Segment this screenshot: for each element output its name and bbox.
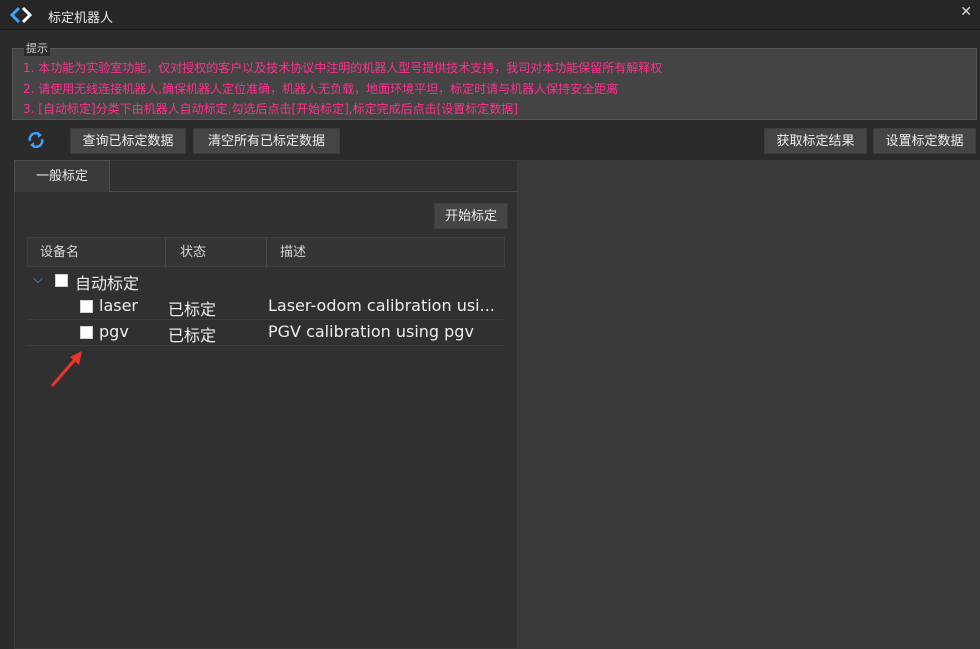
chevron-down-icon[interactable]: ⌵ — [33, 272, 43, 287]
table-header: 设备名 状态 描述 — [27, 237, 505, 268]
device-name: laser — [99, 296, 139, 315]
row-checkbox[interactable] — [80, 326, 93, 339]
device-description: Laser-odom calibration usi... — [268, 296, 495, 315]
notice-line-2: 2. 请使用无线连接机器人,确保机器人定位准确，机器人无负载，地面环境平坦，标定… — [23, 82, 619, 96]
notice-line-1: 1. 本功能为实验室功能，仅对授权的客户以及技术协议中注明的机器人型号提供技术支… — [23, 61, 663, 75]
refresh-icon[interactable] — [26, 131, 46, 149]
notice-box: 1. 本功能为实验室功能，仅对授权的客户以及技术协议中注明的机器人型号提供技术支… — [12, 48, 977, 120]
group-label: 自动标定 — [75, 274, 140, 293]
group-checkbox[interactable] — [55, 274, 68, 287]
fetch-calibration-result-button[interactable]: 获取标定结果 — [764, 128, 867, 154]
column-divider — [266, 238, 267, 268]
clear-calibrated-data-button[interactable]: 清空所有已标定数据 — [193, 128, 340, 154]
device-status: 已标定 — [168, 300, 217, 319]
tree-group-auto-calibration[interactable]: ⌵ 自动标定 — [27, 268, 505, 294]
column-header-status[interactable]: 状态 — [180, 238, 206, 268]
column-header-description[interactable]: 描述 — [280, 238, 306, 268]
tab-general-calibration[interactable]: 一般标定 — [14, 160, 110, 192]
tab-strip-divider — [110, 191, 518, 192]
window-title: 标定机器人 — [48, 11, 114, 26]
title-bar: 标定机器人 ✕ — [0, 0, 980, 30]
notice-line-3: 3. [自动标定]分类下由机器人自动标定,勾选后点击[开始标定],标定完成后点击… — [23, 102, 518, 116]
start-calibration-button[interactable]: 开始标定 — [434, 203, 508, 229]
device-description: PGV calibration using pgv — [268, 322, 474, 341]
set-calibration-data-button[interactable]: 设置标定数据 — [873, 128, 976, 154]
close-icon[interactable]: ✕ — [960, 4, 972, 20]
calibration-panel — [14, 160, 518, 649]
column-header-device[interactable]: 设备名 — [40, 238, 79, 268]
notice-title: 提示 — [24, 40, 50, 56]
query-calibrated-data-button[interactable]: 查询已标定数据 — [70, 128, 186, 154]
table-row[interactable]: laser 已标定 Laser-odom calibration usi... — [27, 294, 505, 320]
row-checkbox[interactable] — [80, 300, 93, 313]
result-panel — [518, 160, 980, 649]
diamond-arrows-app-icon — [10, 6, 32, 24]
device-name: pgv — [99, 322, 129, 341]
device-status: 已标定 — [168, 326, 217, 345]
red-arrow-icon — [50, 351, 82, 387]
table-row[interactable]: pgv 已标定 PGV calibration using pgv — [27, 320, 505, 346]
column-divider — [165, 238, 166, 268]
